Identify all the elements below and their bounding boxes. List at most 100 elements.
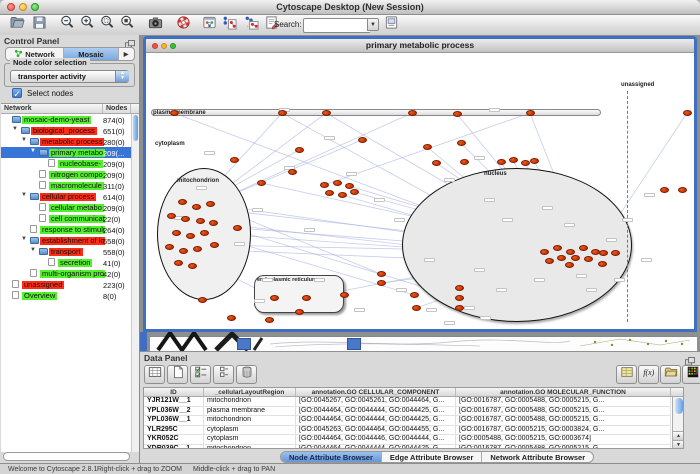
- expander-icon[interactable]: ▼: [21, 236, 27, 242]
- help-button[interactable]: [174, 16, 192, 33]
- network-node[interactable]: [599, 250, 608, 256]
- tab-network-attribute-browser[interactable]: Network Attribute Browser: [482, 452, 593, 462]
- table-row[interactable]: YPL036W__1mitochondrion[GO:0044464, GO:0…: [144, 416, 671, 426]
- network-node[interactable]: [358, 137, 367, 143]
- table-row[interactable]: YDR039C__1mitochondrion[GO:0044464, GO:0…: [144, 445, 671, 449]
- attribute-grid-button[interactable]: [144, 365, 165, 384]
- search-advanced-button[interactable]: [382, 16, 400, 33]
- network-node[interactable]: [181, 216, 190, 222]
- float-panel-icon[interactable]: [124, 36, 136, 46]
- unselect-attributes-button[interactable]: [213, 365, 234, 384]
- import-table-button[interactable]: [660, 365, 681, 384]
- network-node[interactable]: [408, 110, 417, 116]
- tree-row[interactable]: ▼establishment of lo558(0): [1, 235, 139, 246]
- background-window-titlebar[interactable]: [237, 338, 251, 350]
- network-node[interactable]: [598, 261, 607, 267]
- network-node[interactable]: [526, 110, 535, 116]
- tree-row[interactable]: unassigned223(0): [1, 279, 139, 290]
- network-node[interactable]: [678, 187, 687, 193]
- table-row[interactable]: YKR052Ccytoplasm[GO:0044464, GO:0044446,…: [144, 435, 671, 445]
- network-node[interactable]: [412, 305, 421, 311]
- expander-icon[interactable]: ▼: [12, 126, 18, 132]
- snapshot-button[interactable]: [146, 16, 164, 33]
- tree-row[interactable]: response to stimulu264(0): [1, 224, 139, 235]
- network-node[interactable]: [340, 292, 349, 298]
- network-node[interactable]: [265, 317, 274, 323]
- tree-row[interactable]: cellular metabo209(0): [1, 202, 139, 213]
- network-node[interactable]: [209, 220, 218, 226]
- network-node[interactable]: [423, 144, 432, 150]
- zoom-in-button[interactable]: [78, 16, 96, 33]
- network-node[interactable]: [210, 242, 219, 248]
- network-node[interactable]: [565, 262, 574, 268]
- network-node[interactable]: [192, 204, 201, 210]
- minimize-button[interactable]: [19, 3, 27, 11]
- zoom-window-button[interactable]: [31, 3, 39, 11]
- network-node[interactable]: [579, 245, 588, 251]
- save-button[interactable]: [30, 16, 48, 33]
- tree-scrollbar-thumb[interactable]: [133, 115, 138, 141]
- network-node[interactable]: [302, 295, 311, 301]
- network-node[interactable]: [521, 160, 530, 166]
- network-node[interactable]: [200, 230, 209, 236]
- network-node[interactable]: [322, 110, 331, 116]
- network-node[interactable]: [178, 199, 187, 205]
- table-column-header[interactable]: _cellularLayoutRegion: [204, 388, 296, 396]
- tree-row[interactable]: ▼primary metabo209(...: [1, 147, 139, 158]
- network-node[interactable]: [553, 245, 562, 251]
- tab-edge-attribute-browser[interactable]: Edge Attribute Browser: [382, 452, 482, 462]
- network-node[interactable]: [288, 169, 297, 175]
- network-node[interactable]: [566, 249, 575, 255]
- network-node[interactable]: [165, 244, 174, 250]
- select-nodes-checkbox[interactable]: ✓: [12, 88, 22, 98]
- network-node[interactable]: [540, 249, 549, 255]
- network-node[interactable]: [683, 110, 692, 116]
- network-node[interactable]: [325, 190, 334, 196]
- tree-row[interactable]: mosaic-demo-yeast874(0): [1, 114, 139, 125]
- network-node[interactable]: [455, 295, 464, 301]
- network-node[interactable]: [557, 255, 566, 261]
- search-dropdown-arrow[interactable]: ▼: [367, 18, 379, 31]
- network-node[interactable]: [432, 160, 441, 166]
- tree-row[interactable]: nitrogen compo209(0): [1, 169, 139, 180]
- network-node[interactable]: [455, 285, 464, 291]
- close-button[interactable]: [7, 3, 15, 11]
- table-row[interactable]: YJR121W__1mitochondrion[GO:0045267, GO:0…: [144, 397, 671, 407]
- network-node[interactable]: [377, 271, 386, 277]
- search-input[interactable]: [303, 18, 370, 33]
- background-window-titlebar[interactable]: [347, 338, 361, 350]
- table-column-header[interactable]: annotation.GO CELLULAR_COMPONENT: [296, 388, 456, 396]
- network-canvas[interactable]: plasma membrane cytoplasm mitochondrion …: [146, 53, 694, 329]
- network-node[interactable]: [320, 182, 329, 188]
- tab-overflow-arrow[interactable]: ▶: [119, 48, 133, 60]
- network-node[interactable]: [295, 309, 304, 315]
- create-attribute-button[interactable]: [167, 365, 188, 384]
- network-node[interactable]: [460, 159, 469, 165]
- network-node[interactable]: [660, 187, 669, 193]
- matrix-view-button[interactable]: [682, 365, 700, 384]
- zoom-fit-button[interactable]: [118, 16, 136, 33]
- table-column-header[interactable]: annotation.GO MOLECULAR_FUNCTION: [456, 388, 671, 396]
- network-node[interactable]: [509, 157, 518, 163]
- table-row[interactable]: YLR295Ccytoplasm[GO:0045263, GO:0044464,…: [144, 426, 671, 436]
- background-window-edge[interactable]: [140, 332, 147, 351]
- tree-row[interactable]: Overview8(0): [1, 290, 139, 301]
- network-node[interactable]: [206, 201, 215, 207]
- network-node[interactable]: [338, 192, 347, 198]
- network-node[interactable]: [545, 258, 554, 264]
- frame-minimize-button[interactable]: [161, 43, 167, 49]
- network-node[interactable]: [377, 280, 386, 286]
- network-node[interactable]: [453, 111, 462, 117]
- network-node[interactable]: [193, 246, 202, 252]
- network-node[interactable]: [455, 305, 464, 311]
- network-view-titlebar[interactable]: primary metabolic process: [146, 39, 694, 53]
- network-node[interactable]: [295, 147, 304, 153]
- network-node[interactable]: [278, 110, 287, 116]
- network-node[interactable]: [530, 158, 539, 164]
- tree-column-network[interactable]: Network: [1, 104, 103, 113]
- combobox-stepper-icon[interactable]: ▲▼: [115, 71, 129, 82]
- zoom-out-button[interactable]: [58, 16, 76, 33]
- table-scrollbar-thumb[interactable]: [675, 398, 683, 414]
- network-node[interactable]: [188, 263, 197, 269]
- network-node[interactable]: [198, 297, 207, 303]
